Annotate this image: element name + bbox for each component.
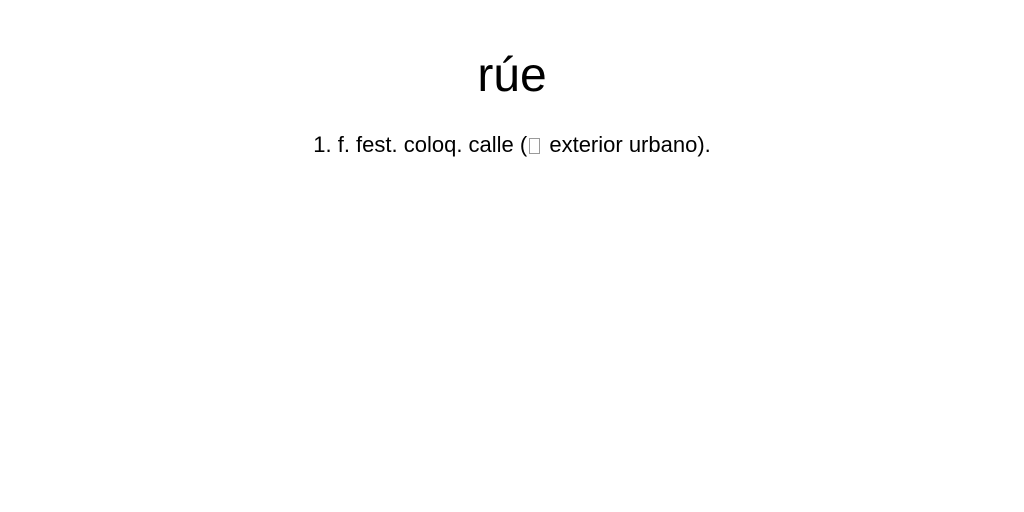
definition-text-after: exterior urbano). [543,132,711,157]
definition-number: 1. [313,132,332,157]
entry-headword: rúe [477,49,547,102]
missing-glyph-icon [529,138,541,154]
definition-line: 1. f. fest. coloq. calle ( exterior urba… [0,131,1024,159]
definition-text-before: f. fest. coloq. calle ( [337,132,528,157]
